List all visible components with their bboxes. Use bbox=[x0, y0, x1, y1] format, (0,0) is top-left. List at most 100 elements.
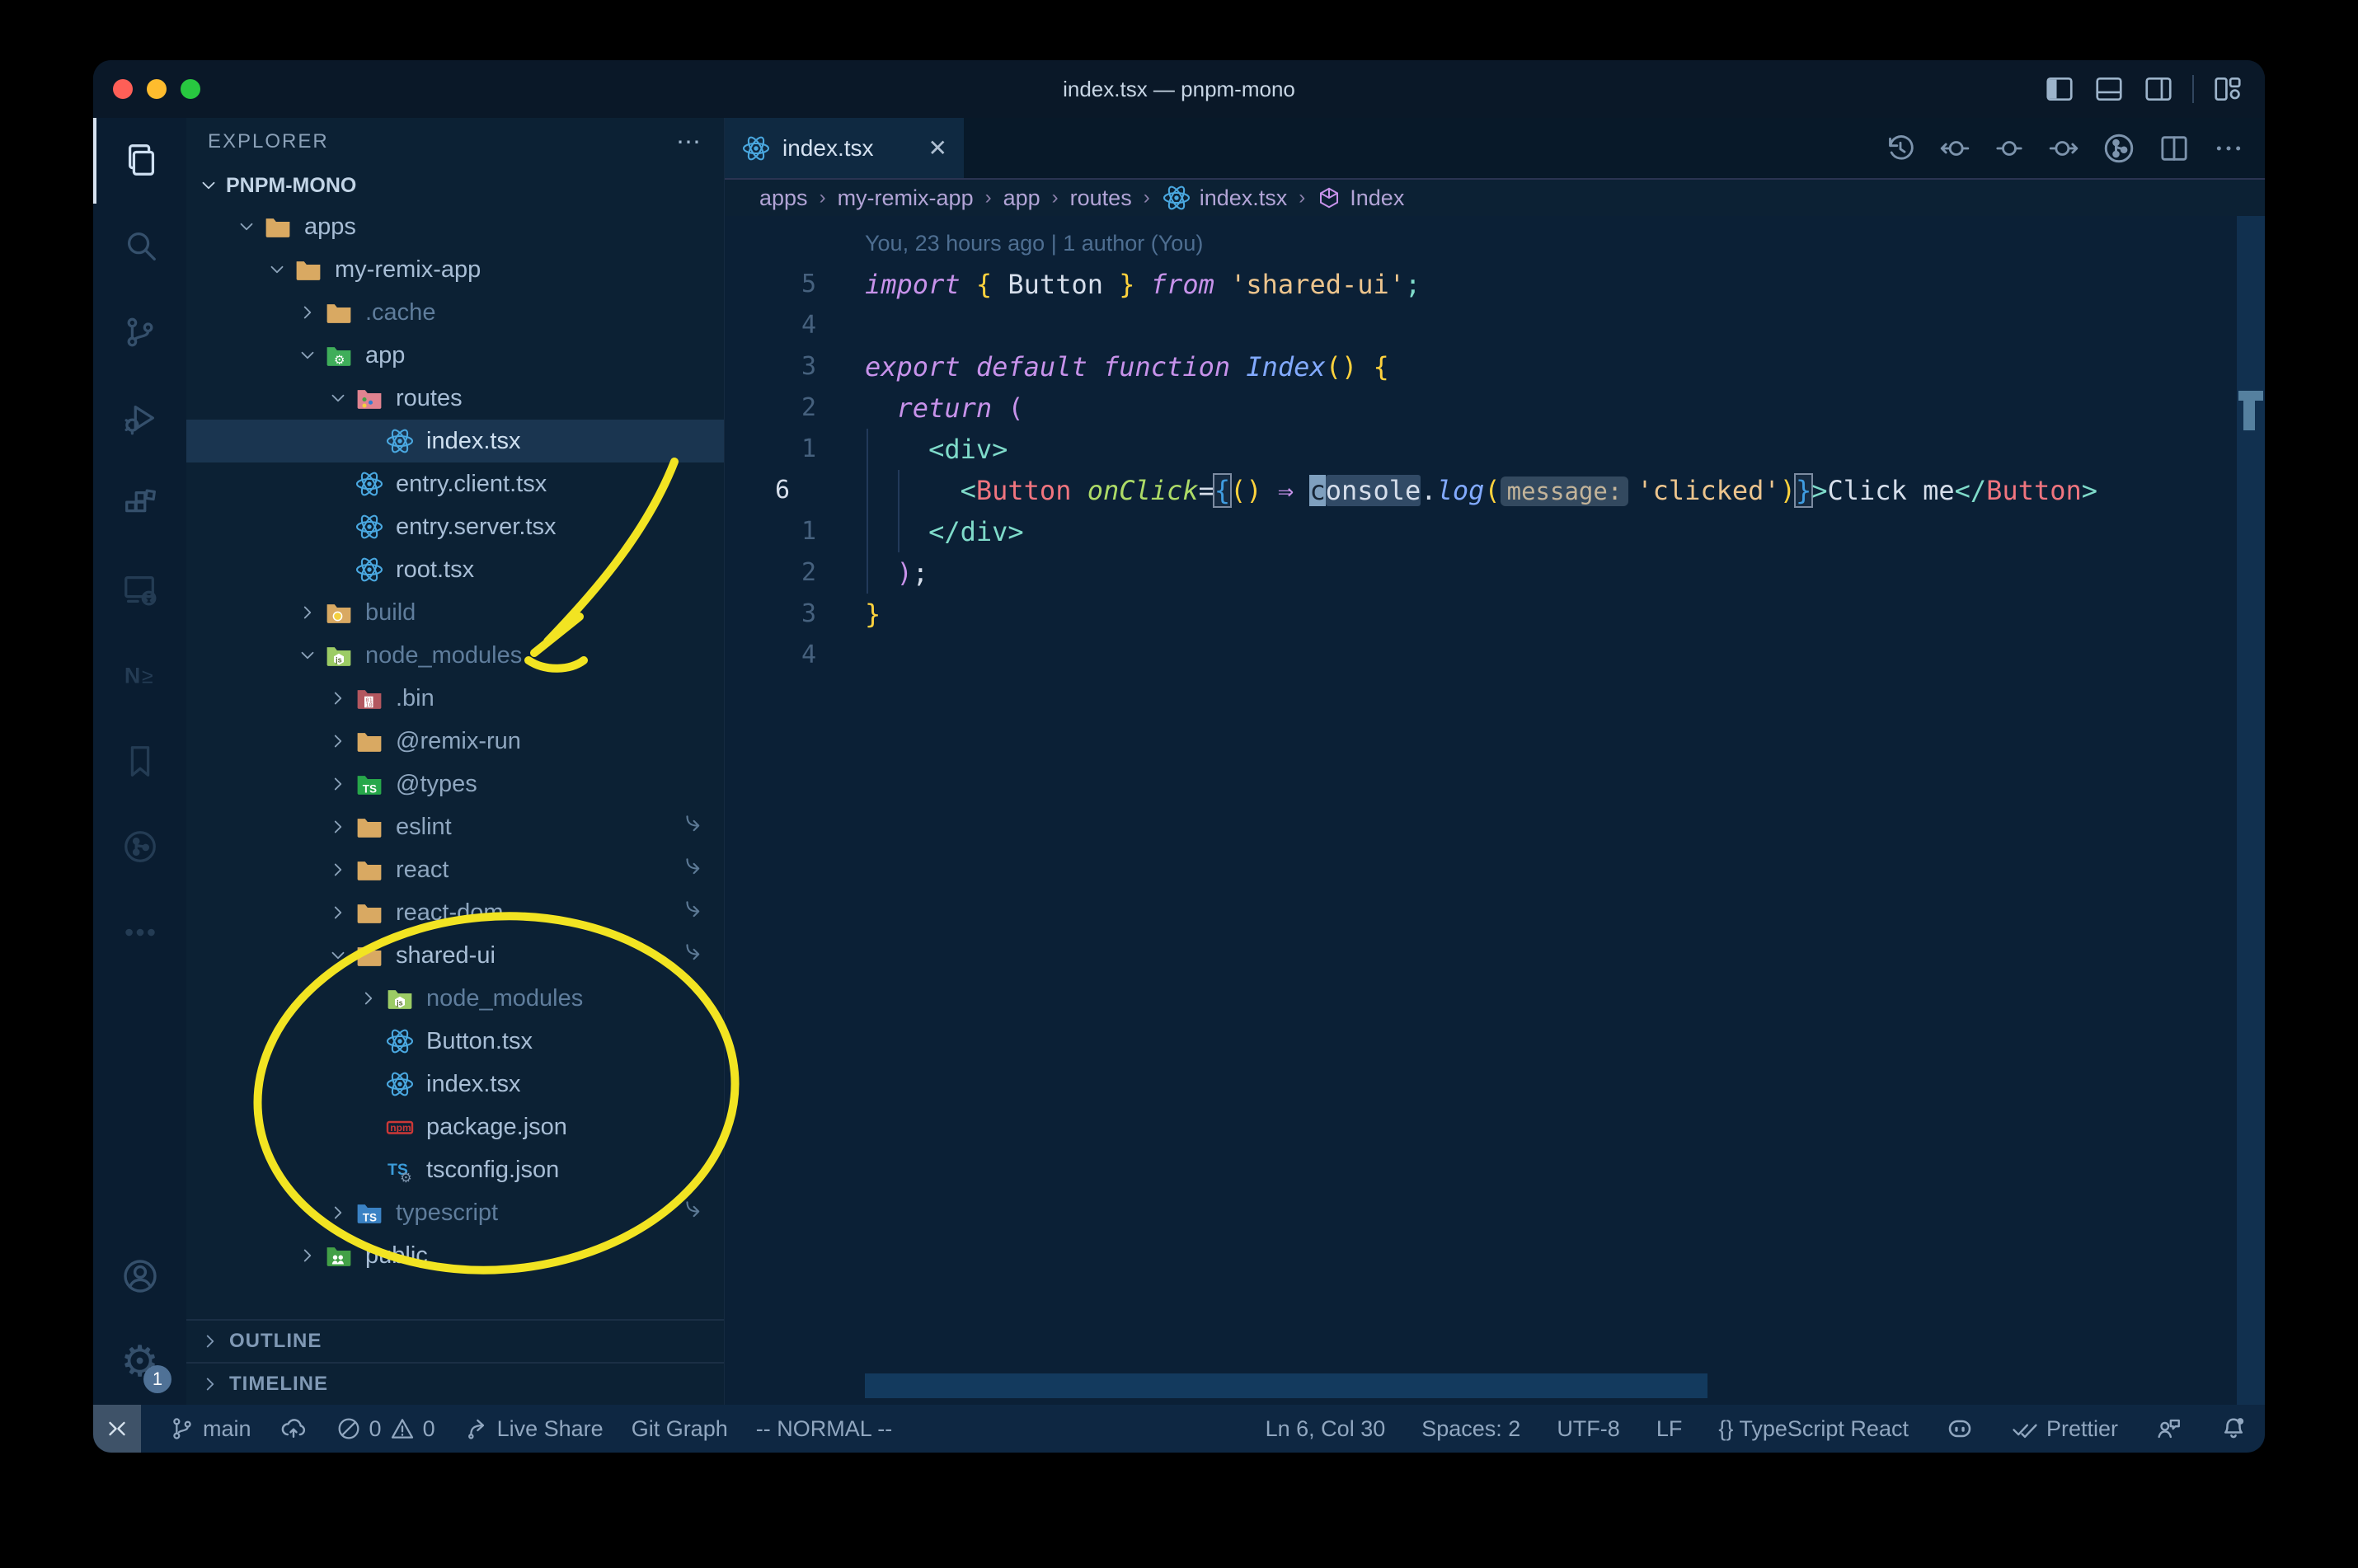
status-live-share[interactable]: Live Share bbox=[463, 1415, 604, 1442]
activity-settings-gear-icon[interactable]: ⚙ 1 bbox=[93, 1319, 186, 1405]
activity-nx-console-icon[interactable]: N ≥ bbox=[93, 632, 186, 718]
outline-section[interactable]: OUTLINE bbox=[186, 1319, 724, 1362]
outline-label: OUTLINE bbox=[229, 1330, 322, 1352]
tree-item--remix-run[interactable]: @remix-run bbox=[186, 720, 724, 763]
folder-tan bbox=[353, 898, 386, 927]
files-icon bbox=[123, 142, 161, 180]
breadcrumb-item-routes[interactable]: routes bbox=[1070, 185, 1132, 211]
tree-item-index-tsx[interactable]: index.tsx bbox=[186, 1063, 724, 1106]
tree-item-shared-ui[interactable]: shared-ui bbox=[186, 934, 724, 977]
activity-bookmarks-icon[interactable] bbox=[93, 718, 186, 804]
tree-item-routes[interactable]: routes bbox=[186, 377, 724, 420]
line-number: 1 bbox=[801, 517, 816, 546]
tree-item-entry-client-tsx[interactable]: entry.client.tsx bbox=[186, 462, 724, 505]
tree-item-label: node_modules bbox=[365, 641, 523, 669]
split-editor-icon[interactable] bbox=[2158, 132, 2191, 165]
status--normal-[interactable]: -- NORMAL -- bbox=[756, 1416, 892, 1442]
status-prettier[interactable]: Prettier bbox=[2011, 1415, 2118, 1443]
breadcrumb-item-app[interactable]: app bbox=[1003, 185, 1040, 211]
activity-git-graph-icon[interactable] bbox=[93, 804, 186, 890]
activity-extensions-icon[interactable] bbox=[93, 461, 186, 547]
tree-item-index-tsx[interactable]: index.tsx bbox=[186, 420, 724, 462]
tree-item-package-json[interactable]: npm package.json bbox=[186, 1106, 724, 1148]
timeline-section[interactable]: TIMELINE bbox=[186, 1362, 724, 1405]
previous-change-icon[interactable] bbox=[1938, 132, 1971, 165]
tree-item-build[interactable]: build bbox=[186, 591, 724, 634]
history-icon[interactable] bbox=[1884, 132, 1917, 165]
chevron-right-icon bbox=[323, 859, 353, 880]
gitlens-icon[interactable] bbox=[2102, 131, 2136, 166]
overview-ruler-mark bbox=[2238, 391, 2263, 401]
workspace-section[interactable]: PNPM-MONO bbox=[186, 166, 724, 205]
status-cloud-upload-icon[interactable] bbox=[279, 1415, 308, 1443]
tree-item-tsconfig-json[interactable]: TS ⚙ tsconfig.json bbox=[186, 1148, 724, 1191]
tree-item-root-tsx[interactable]: root.tsx bbox=[186, 548, 724, 591]
activity-files-icon[interactable] bbox=[93, 118, 186, 204]
activity-run-debug-icon[interactable] bbox=[93, 375, 186, 461]
remote-indicator[interactable] bbox=[93, 1405, 141, 1453]
react-icon bbox=[383, 1069, 416, 1099]
explorer-more-actions[interactable]: ⋯ bbox=[676, 128, 702, 157]
tree-item-node-modules[interactable]: js node_modules bbox=[186, 634, 724, 677]
status-feedback-icon[interactable] bbox=[2154, 1415, 2182, 1443]
activity-search-icon[interactable] bbox=[93, 204, 186, 289]
line-number: 3 bbox=[801, 599, 816, 628]
breadcrumb-item-my-remix-app[interactable]: my-remix-app bbox=[838, 185, 974, 211]
tree-item-button-tsx[interactable]: Button.tsx bbox=[186, 1020, 724, 1063]
customize-layout-icon[interactable] bbox=[2212, 73, 2243, 105]
next-change-icon[interactable] bbox=[2047, 132, 2080, 165]
file-tree: apps my-remix-app .cache ⚙ app routes index.ts… bbox=[186, 205, 724, 1277]
tree-item-label: .cache bbox=[365, 298, 436, 326]
tab-index-tsx[interactable]: index.tsx ✕ bbox=[725, 118, 964, 178]
tree-item-react[interactable]: react bbox=[186, 848, 724, 891]
tree-item-eslint[interactable]: eslint bbox=[186, 805, 724, 848]
status-git-graph[interactable]: Git Graph bbox=[632, 1416, 728, 1442]
status-main[interactable]: main bbox=[169, 1415, 251, 1442]
breadcrumb-item-apps[interactable]: apps bbox=[759, 185, 808, 211]
horizontal-scrollbar[interactable] bbox=[865, 1373, 1707, 1398]
editor-group: index.tsx ✕ apps › my-remix-app › app › routes… bbox=[725, 118, 2265, 1405]
window-title: index.tsx — pnpm-mono bbox=[1063, 76, 1295, 101]
status--typescript-react[interactable]: {} TypeScript React bbox=[1718, 1416, 1909, 1442]
code-editor[interactable]: You, 23 hours ago | 1 author (You) 5 impor… bbox=[725, 216, 2265, 1405]
status-spaces-2[interactable]: Spaces: 2 bbox=[1421, 1416, 1520, 1442]
status-label: -- NORMAL -- bbox=[755, 1415, 893, 1441]
tree-item-typescript[interactable]: TS typescript bbox=[186, 1191, 724, 1234]
tree-item-react-dom[interactable]: react-dom bbox=[186, 891, 724, 934]
status-bell-icon[interactable] bbox=[2219, 1414, 2248, 1444]
activity-account-icon[interactable] bbox=[93, 1233, 186, 1319]
tree-item--bin[interactable]: 01 10 .bin bbox=[186, 677, 724, 720]
more-actions-icon[interactable] bbox=[2212, 132, 2245, 165]
blame-annotation: You, 23 hours ago | 1 author (You) bbox=[725, 223, 2265, 264]
tree-item-entry-server-tsx[interactable]: entry.server.tsx bbox=[186, 505, 724, 548]
vscode-window: index.tsx — pnpm-mono N ≥ ⚙ 1 EXPLORER ⋯ PN… bbox=[93, 60, 2265, 1453]
titlebar-layout-icons bbox=[2044, 73, 2243, 105]
activity-more-views-icon[interactable] bbox=[93, 890, 186, 975]
tree-item-app[interactable]: ⚙ app bbox=[186, 334, 724, 377]
status-utf-8[interactable]: UTF-8 bbox=[1557, 1416, 1620, 1442]
tree-item-public[interactable]: public bbox=[186, 1234, 724, 1277]
tree-item-node-modules[interactable]: js node_modules bbox=[186, 977, 724, 1020]
toggle-sidebar-right-icon[interactable] bbox=[2143, 73, 2174, 105]
tab-bar: index.tsx ✕ bbox=[725, 118, 2265, 178]
toggle-panel-icon[interactable] bbox=[2093, 73, 2125, 105]
code-line: 3 export default function Index() { bbox=[725, 346, 2265, 387]
status-lf[interactable]: LF bbox=[1656, 1416, 1683, 1442]
vertical-scrollbar[interactable] bbox=[2237, 216, 2265, 1405]
change-icon[interactable] bbox=[1993, 132, 2026, 165]
tree-item-apps[interactable]: apps bbox=[186, 205, 724, 248]
activity-remote-explorer-icon[interactable] bbox=[93, 547, 186, 632]
activity-source-control-icon[interactable] bbox=[93, 289, 186, 375]
breadcrumb-item-index[interactable]: Index bbox=[1317, 185, 1404, 211]
tree-item--types[interactable]: TS @types bbox=[186, 763, 724, 805]
tree-item--cache[interactable]: .cache bbox=[186, 291, 724, 334]
status-copilot-icon[interactable] bbox=[1945, 1414, 1975, 1444]
svg-text:≥: ≥ bbox=[141, 665, 153, 688]
tree-item-my-remix-app[interactable]: my-remix-app bbox=[186, 248, 724, 291]
status-ln-6-col-30[interactable]: Ln 6, Col 30 bbox=[1266, 1416, 1386, 1442]
status-0[interactable]: 00 bbox=[336, 1415, 435, 1442]
breadcrumb-item-index.tsx[interactable]: index.tsx bbox=[1162, 183, 1287, 213]
toggle-sidebar-left-icon[interactable] bbox=[2044, 73, 2075, 105]
status-bar: main 0 0 Live Share Git Graph -- NORMAL -- Ln … bbox=[93, 1405, 2265, 1453]
tab-close-icon[interactable]: ✕ bbox=[928, 134, 947, 162]
